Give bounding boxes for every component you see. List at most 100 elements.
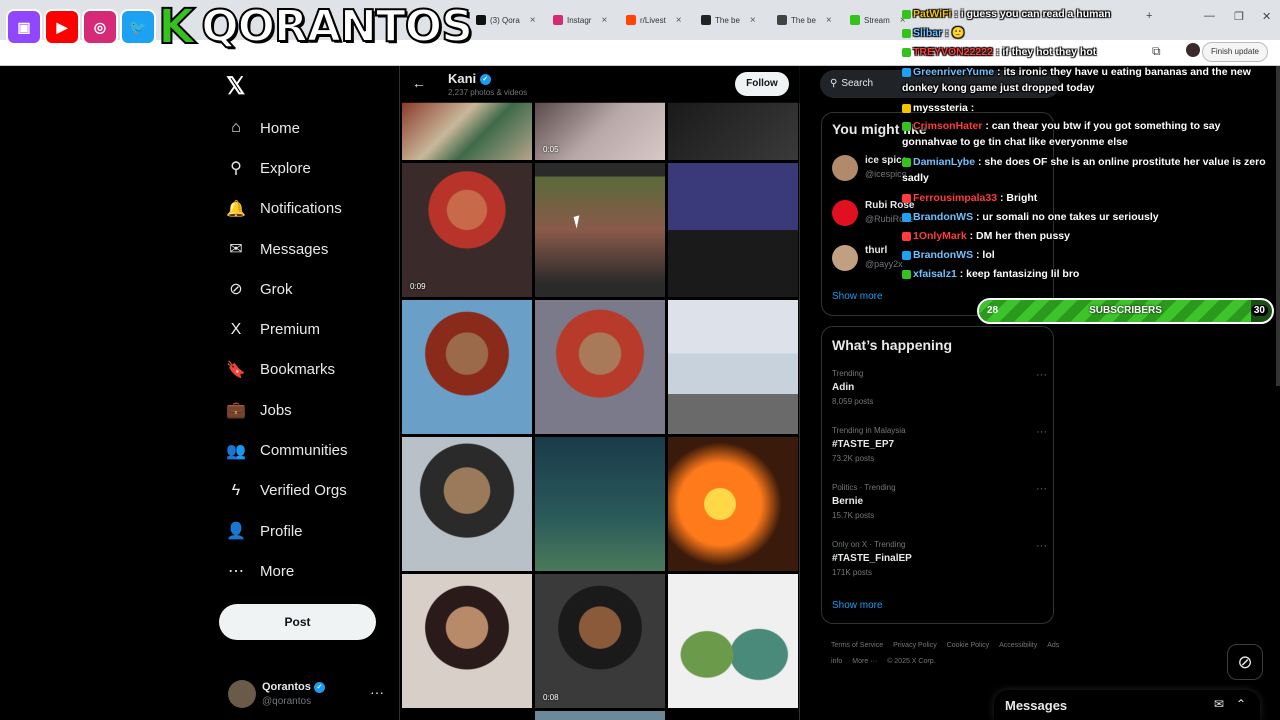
- media-tile[interactable]: 0:08: [535, 574, 665, 708]
- trend-item[interactable]: Trending Adin 8,059 posts ···: [832, 369, 1047, 419]
- nav-item-premium[interactable]: X Premium: [226, 309, 396, 349]
- tab-close-icon[interactable]: ×: [826, 15, 832, 26]
- tab-label: r/Livest: [640, 15, 666, 25]
- primary-nav: ⌂ Home ⚲ Explore 🔔 Notifications ✉ Messages ⊘ Gro…: [226, 108, 396, 592]
- chat-badge-icon: [902, 47, 911, 57]
- trend-context: Trending: [832, 369, 864, 378]
- browser-tab[interactable]: (3) Qora ×: [476, 9, 536, 31]
- expand-icon[interactable]: ⌃: [1236, 697, 1246, 711]
- footer-link[interactable]: Terms of Service: [831, 642, 883, 649]
- trend-more-icon[interactable]: ···: [1036, 369, 1047, 381]
- media-tile[interactable]: [535, 300, 665, 434]
- video-duration: 0:08: [543, 693, 559, 702]
- trend-item[interactable]: Only on X · Trending #TASTE_FinalEP 171K p…: [832, 540, 1047, 590]
- trend-more-icon[interactable]: ···: [1036, 426, 1047, 438]
- instagram-icon: ◎: [82, 9, 118, 45]
- media-tile[interactable]: [668, 102, 798, 160]
- show-more-link[interactable]: Show more: [832, 291, 883, 302]
- tab-favicon-icon: [701, 15, 711, 25]
- footer-link[interactable]: More ···: [852, 658, 877, 665]
- messages-dock[interactable]: Messages ✉ ⌃: [994, 690, 1260, 720]
- more-options-icon[interactable]: ···: [370, 684, 384, 700]
- new-message-icon[interactable]: ✉: [1214, 697, 1224, 711]
- nav-item-home[interactable]: ⌂ Home: [226, 108, 396, 148]
- trend-name: #TASTE_EP7: [832, 439, 895, 450]
- nav-item-explore[interactable]: ⚲ Explore: [226, 148, 396, 188]
- account-switcher[interactable]: Qorantos ✓ @qorantos ···: [228, 678, 388, 712]
- nav-item-label: More: [260, 562, 295, 580]
- nav-item-label: Verified Orgs: [260, 482, 347, 500]
- nav-item-grok[interactable]: ⊘ Grok: [226, 269, 396, 309]
- tab-close-icon[interactable]: ×: [601, 15, 607, 26]
- trend-more-icon[interactable]: ···: [1036, 540, 1047, 552]
- footer-link[interactable]: Privacy Policy: [893, 642, 937, 649]
- post-button[interactable]: Post: [219, 604, 376, 640]
- trend-item[interactable]: Trending in Malaysia #TASTE_EP7 73.2K post…: [832, 426, 1047, 476]
- chat-username: TREYVON22222: [913, 46, 993, 58]
- browser-tab[interactable]: The be ×: [701, 9, 756, 31]
- footer-link[interactable]: Accessibility: [999, 642, 1037, 649]
- grok-button[interactable]: ⊘: [1227, 644, 1263, 680]
- profile-header: ← Kani ✓ 2,237 photos & videos Follow: [400, 66, 800, 103]
- media-tile[interactable]: [535, 437, 665, 571]
- tab-label: The be: [715, 15, 740, 25]
- account-handle: @qorantos: [262, 696, 312, 707]
- chat-separator: :: [956, 268, 967, 280]
- nav-item-verified-orgs[interactable]: ϟ Verified Orgs: [226, 471, 396, 511]
- main-column: ← Kani ✓ 2,237 photos & videos Follow 0:…: [399, 66, 800, 720]
- nav-item-jobs[interactable]: 💼 Jobs: [226, 390, 396, 430]
- media-tile[interactable]: [668, 300, 798, 434]
- chat-message: xfaisalz1 : keep fantasizing lil bro: [902, 266, 1278, 282]
- media-tile[interactable]: [668, 163, 798, 297]
- media-tile[interactable]: [402, 300, 532, 434]
- show-more-link[interactable]: Show more: [832, 600, 883, 611]
- tab-close-icon[interactable]: ×: [530, 15, 536, 26]
- nav-item-profile[interactable]: 👤 Profile: [226, 511, 396, 551]
- media-tile[interactable]: [535, 163, 665, 297]
- trend-post-count: 73.2K posts: [832, 454, 875, 463]
- follow-button[interactable]: Follow: [735, 72, 789, 96]
- tab-close-icon[interactable]: ×: [750, 15, 756, 26]
- mail-icon: ✉: [229, 241, 243, 259]
- browser-tab[interactable]: Instagr ×: [553, 9, 607, 31]
- chat-username: PatWiFi: [913, 8, 952, 20]
- browser-tab[interactable]: Stream ×: [850, 9, 906, 31]
- trend-post-count: 171K posts: [832, 568, 873, 577]
- trend-item[interactable]: Politics · Trending Bernie 15.7K posts ···: [832, 483, 1047, 533]
- chat-text: i guess you can read a human: [960, 8, 1111, 20]
- media-tile[interactable]: 0:05: [535, 102, 665, 160]
- footer-link[interactable]: © 2025 X Corp.: [887, 658, 935, 665]
- suggested-user-handle: @payy2x: [865, 259, 903, 269]
- trend-more-icon[interactable]: ···: [1036, 483, 1047, 495]
- nav-item-communities[interactable]: 👥 Communities: [226, 430, 396, 470]
- chat-username: DamianLybe: [913, 156, 976, 168]
- tab-label: Stream: [864, 15, 890, 25]
- browser-tab[interactable]: r/Livest ×: [626, 9, 682, 31]
- trend-name: #TASTE_FinalEP: [832, 553, 912, 564]
- chat-username: CrimsonHater: [913, 120, 983, 132]
- nav-item-label: Profile: [260, 522, 303, 540]
- chat-separator: :: [997, 192, 1007, 204]
- browser-tab[interactable]: The be ×: [777, 9, 832, 31]
- media-tile[interactable]: [402, 102, 532, 160]
- nav-item-messages[interactable]: ✉ Messages: [226, 229, 396, 269]
- chat-username: 1OnlyMark: [913, 230, 967, 242]
- chat-badge-icon: [902, 9, 911, 19]
- nav-item-notifications[interactable]: 🔔 Notifications: [226, 189, 396, 229]
- footer-link[interactable]: Cookie Policy: [947, 642, 989, 649]
- media-tile[interactable]: [402, 437, 532, 571]
- media-tile[interactable]: [402, 574, 532, 708]
- tab-close-icon[interactable]: ×: [676, 15, 682, 26]
- media-tile[interactable]: [535, 711, 665, 720]
- media-count: 2,237 photos & videos: [448, 88, 528, 97]
- avatar: [832, 245, 858, 271]
- media-tile[interactable]: 0:09: [402, 163, 532, 297]
- nav-item-bookmarks[interactable]: 🔖 Bookmarks: [226, 350, 396, 390]
- media-tile[interactable]: [668, 574, 798, 708]
- media-tile[interactable]: [668, 437, 798, 571]
- subscriber-goal-bar: 28 SUBSCRIBERS 30: [977, 298, 1274, 324]
- nav-item-more[interactable]: ⋯ More: [226, 551, 396, 591]
- back-arrow-icon[interactable]: ←: [412, 75, 426, 91]
- screen: (3) Qora × Instagr × r/Livest × The be × The be ×…: [0, 0, 1280, 720]
- x-logo-icon[interactable]: 𝕏: [226, 72, 245, 101]
